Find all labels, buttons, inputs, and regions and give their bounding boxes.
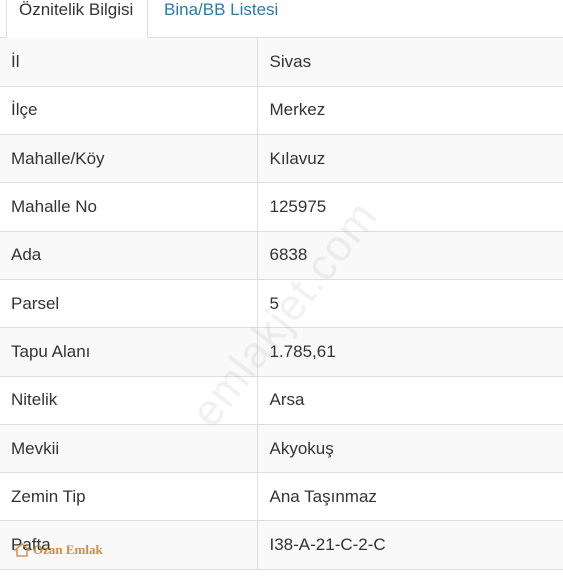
tab-label: Bina/BB Listesi xyxy=(164,0,279,19)
row-value: 6838 xyxy=(257,231,563,280)
row-key: Nitelik xyxy=(0,376,258,425)
row-value: Kılavuz xyxy=(257,134,563,184)
table-row: Nitelik Arsa xyxy=(0,376,563,425)
row-key: Pafta xyxy=(0,520,258,570)
row-key: Ada xyxy=(0,231,258,280)
table-row: İlçe Merkez xyxy=(0,86,563,136)
row-key: Mahalle/Köy xyxy=(0,134,258,184)
row-key: İlçe xyxy=(0,86,258,136)
row-value: Sivas xyxy=(257,38,563,87)
row-value: 1.785,61 xyxy=(257,327,563,377)
row-value: I38-A-21-C-2-C xyxy=(257,520,563,570)
tab-bina-bb-listesi[interactable]: Bina/BB Listesi xyxy=(164,0,278,38)
tab-label: Öznitelik Bilgisi xyxy=(19,0,134,19)
attribute-table: İl Sivas İlçe Merkez Mahalle/Köy Kılavuz… xyxy=(0,38,563,570)
row-value: Akyokuş xyxy=(257,424,563,474)
table-row: Ada 6838 xyxy=(0,231,563,280)
row-key: İl xyxy=(0,38,258,87)
table-row: Pafta I38-A-21-C-2-C xyxy=(0,520,563,570)
row-value: 125975 xyxy=(257,182,563,232)
row-key: Tapu Alanı xyxy=(0,327,258,377)
row-key: Mevkii xyxy=(0,424,258,474)
table-row: Tapu Alanı 1.785,61 xyxy=(0,327,563,377)
row-key: Mahalle No xyxy=(0,182,258,232)
row-value: Arsa xyxy=(257,376,563,425)
table-row: Mahalle No 125975 xyxy=(0,182,563,232)
row-value: 5 xyxy=(257,279,563,329)
row-key: Parsel xyxy=(0,279,258,329)
table-row: İl Sivas xyxy=(0,38,563,87)
row-value: Merkez xyxy=(257,86,563,136)
table-row: Mevkii Akyokuş xyxy=(0,424,563,474)
row-key: Zemin Tip xyxy=(0,472,258,522)
table-row: Zemin Tip Ana Taşınmaz xyxy=(0,472,563,522)
tab-bar: Öznitelik Bilgisi Bina/BB Listesi xyxy=(0,0,563,38)
row-value: Ana Taşınmaz xyxy=(257,472,563,522)
tab-oznitelik-bilgisi[interactable]: Öznitelik Bilgisi xyxy=(6,0,148,38)
table-row: Parsel 5 xyxy=(0,279,563,329)
table-row: Mahalle/Köy Kılavuz xyxy=(0,134,563,184)
